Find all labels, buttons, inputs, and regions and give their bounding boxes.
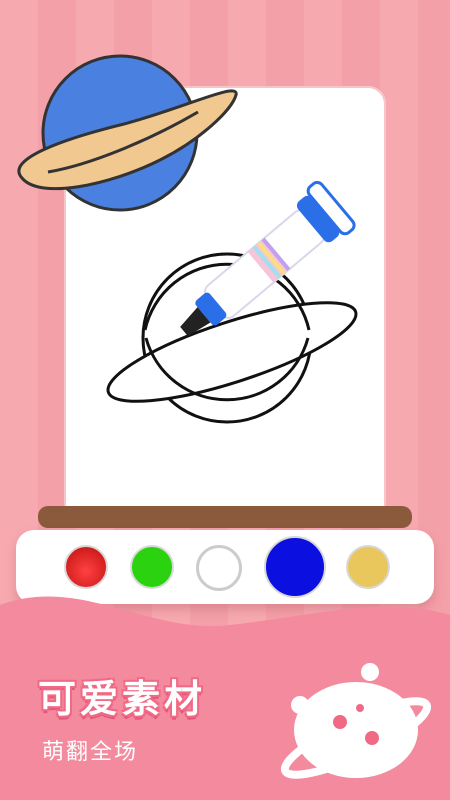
planet-logo-icon xyxy=(280,663,432,779)
